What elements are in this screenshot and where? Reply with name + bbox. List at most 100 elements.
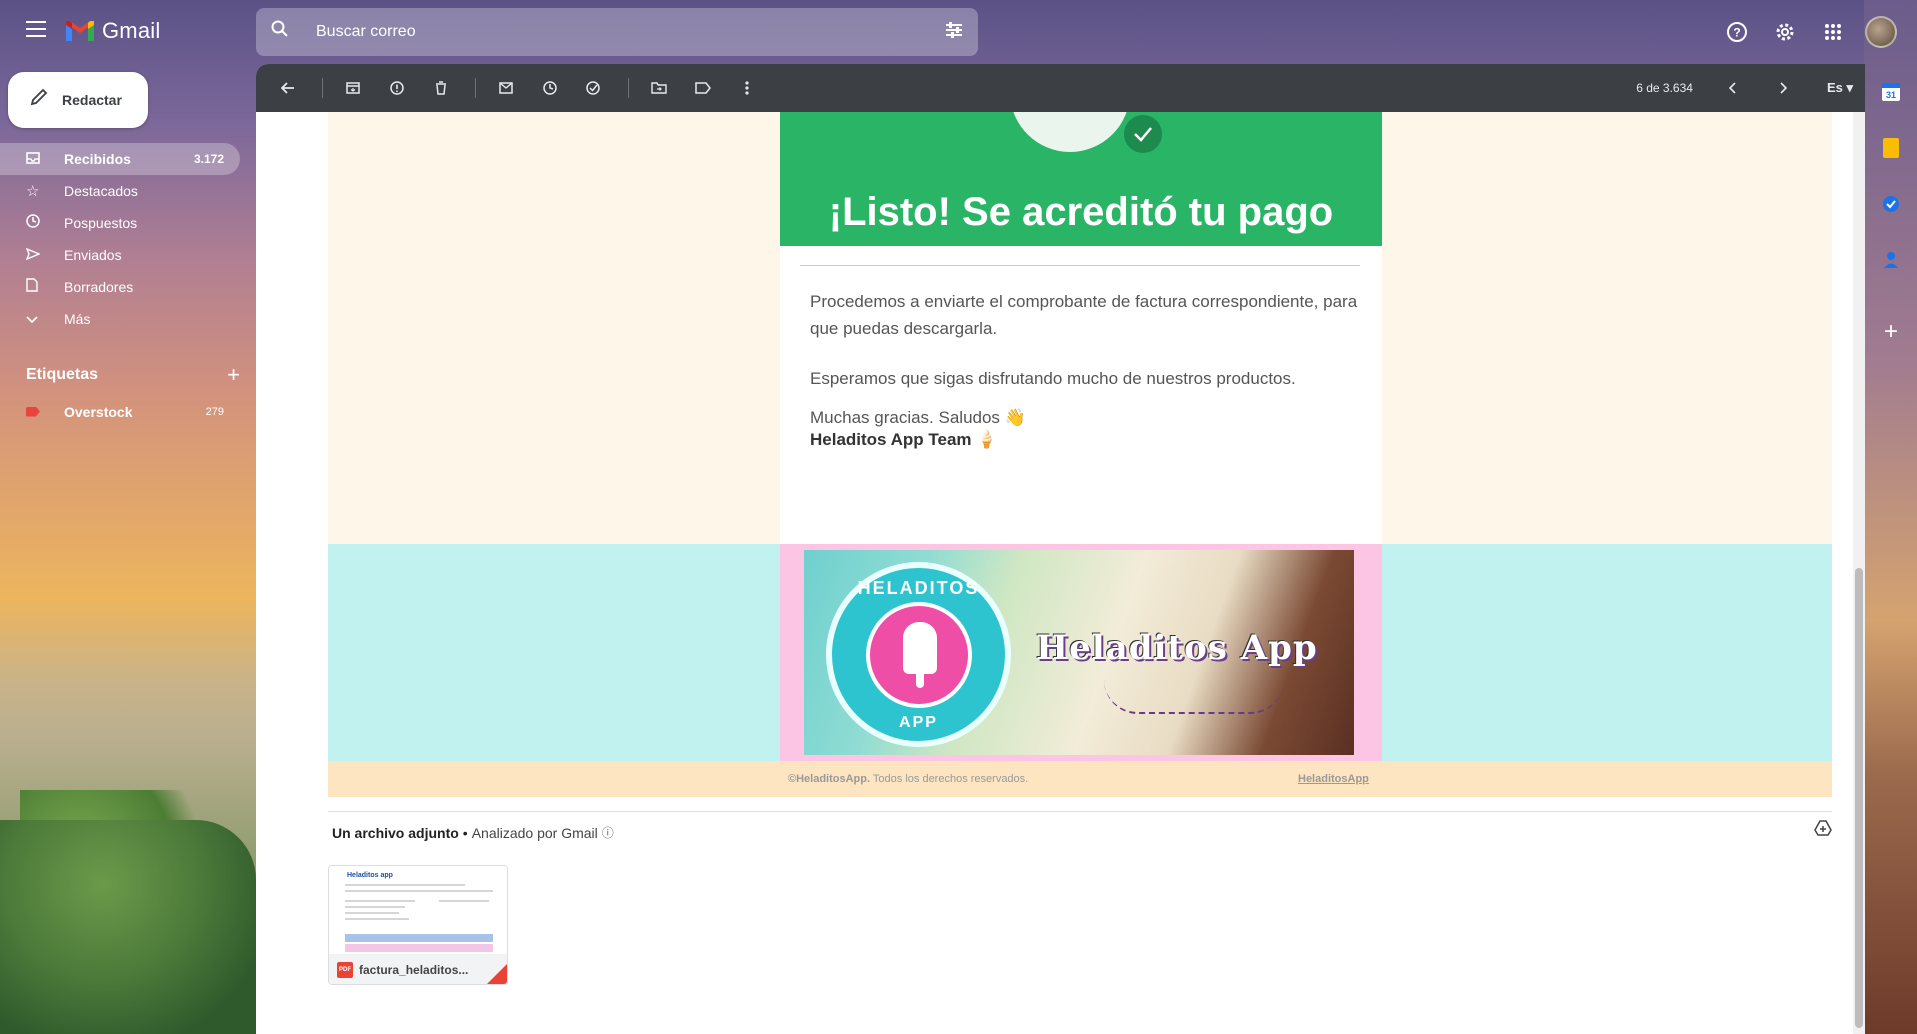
main-menu-button[interactable]: [16, 16, 56, 48]
send-icon: [25, 247, 64, 264]
sidebar-item-snoozed[interactable]: Pospuestos: [0, 207, 240, 239]
sidebar-item-label: Borradores: [64, 279, 134, 295]
sidebar-item-sent[interactable]: Enviados: [0, 239, 240, 271]
thumbnail-text-line: [345, 884, 465, 886]
email-cream-band: ¡Listo! Se acreditó tu pago Procedemos a…: [328, 112, 1832, 544]
top-right-icons: ?: [1717, 12, 1901, 52]
footer-link[interactable]: HeladitosApp: [1298, 773, 1369, 785]
label-row[interactable]: Overstock 279: [0, 396, 240, 428]
thumbnail-text-line: [345, 890, 493, 892]
add-addon-icon[interactable]: +: [1875, 316, 1907, 348]
email-paragraph: Esperamos que sigas disfrutando mucho de…: [810, 369, 1296, 388]
toolbar-divider: [475, 78, 476, 98]
chevron-down-icon: [26, 311, 64, 328]
labels-title: Etiquetas: [26, 366, 99, 383]
sidebar-item-drafts[interactable]: Borradores: [0, 271, 240, 303]
save-to-drive-icon[interactable]: [1814, 820, 1832, 841]
delete-trash-icon[interactable]: [421, 68, 461, 108]
search-options-icon[interactable]: [930, 21, 978, 43]
compose-button[interactable]: Redactar: [8, 72, 148, 128]
compose-label: Redactar: [62, 92, 122, 108]
background-hills: [0, 820, 256, 1034]
previous-message-icon[interactable]: [1713, 68, 1753, 108]
thumbnail-text-line: [345, 912, 399, 914]
gmail-logo[interactable]: Gmail: [64, 18, 160, 44]
inbox-icon: [26, 151, 64, 168]
input-language-selector[interactable]: Es ▾: [1827, 80, 1853, 96]
more-vert-icon[interactable]: [727, 68, 767, 108]
tasks-icon[interactable]: [1875, 188, 1907, 220]
footer-rights: Todos los derechos reservados.: [872, 773, 1029, 785]
sidebar-item-more[interactable]: Más: [0, 303, 240, 335]
thumbnail-heading: Heladitos app: [347, 872, 393, 879]
pdf-file-icon: PDF: [337, 962, 353, 978]
move-to-folder-icon[interactable]: [639, 68, 679, 108]
sidebar-item-starred[interactable]: ☆ Destacados: [0, 175, 240, 207]
thumbnail-text-line: [345, 900, 415, 902]
scan-status: Analizado por Gmail: [471, 824, 598, 841]
calendar-icon[interactable]: 31: [1875, 76, 1907, 108]
snooze-clock-icon[interactable]: [530, 68, 570, 108]
separator-dot: •: [462, 824, 468, 841]
message-panel: 6 de 3.634 Es ▾ ¡Listo! Se acreditó tu p…: [256, 64, 1865, 1034]
archive-icon[interactable]: [333, 68, 373, 108]
account-avatar-button[interactable]: [1861, 12, 1901, 52]
banner-brand-text: Heladitos App: [1036, 628, 1318, 668]
attachment-filename: factura_heladitos...: [359, 963, 469, 977]
side-panel-apps: 31 +: [1865, 64, 1917, 1034]
message-scroll-area[interactable]: ¡Listo! Se acreditó tu pago Procedemos a…: [256, 112, 1865, 1034]
label-tag-icon: [26, 404, 64, 421]
search-bar[interactable]: [256, 8, 978, 56]
avatar: [1865, 16, 1897, 48]
mark-unread-icon[interactable]: [486, 68, 526, 108]
pdf-corner-fold: [487, 964, 507, 984]
attachments-title: Un archivo adjunto: [332, 824, 459, 841]
thumbnail-table-header: [345, 934, 493, 942]
email-paragraph: Procedemos a enviarte el comprobante de …: [810, 292, 1358, 338]
settings-gear-icon[interactable]: [1765, 12, 1805, 52]
hero-banner: ¡Listo! Se acreditó tu pago: [780, 112, 1382, 246]
back-arrow-icon[interactable]: [268, 68, 308, 108]
sidebar-item-inbox[interactable]: Recibidos 3.172: [0, 143, 240, 175]
info-icon[interactable]: ⓘ: [602, 824, 614, 841]
email-footer-band: ©HeladitosApp. Todos los derechos reserv…: [328, 761, 1832, 797]
banner-frame: HELADITOS APP Heladitos App: [780, 544, 1382, 761]
sidebar-item-label: Enviados: [64, 247, 122, 263]
heladitos-badge: HELADITOS APP: [826, 562, 1011, 747]
footer-copyright: ©HeladitosApp. Todos los derechos reserv…: [788, 773, 1028, 785]
label-name: Overstock: [64, 404, 133, 420]
pencil-icon: [30, 88, 48, 112]
clock-icon: [26, 214, 64, 232]
app-name: Gmail: [102, 18, 161, 43]
popsicle-icon: [903, 622, 937, 674]
message-toolbar: 6 de 3.634 Es ▾: [256, 64, 1865, 112]
keep-glyph: [1883, 138, 1899, 158]
attachment-card[interactable]: Heladitos app PDF factura_heladitos...: [328, 865, 508, 985]
add-to-tasks-icon[interactable]: [574, 68, 614, 108]
report-spam-icon[interactable]: [377, 68, 417, 108]
badge-inner-circle: [866, 602, 972, 708]
add-label-icon[interactable]: +: [227, 362, 240, 388]
toolbar-right: 6 de 3.634 Es ▾: [1636, 64, 1853, 112]
search-icon[interactable]: [256, 20, 304, 44]
thumbnail-text-line: [439, 900, 489, 902]
attachments-header: Un archivo adjunto • Analizado por Gmail …: [332, 824, 614, 841]
sidebar-item-label: Pospuestos: [64, 215, 138, 231]
vertical-scrollbar[interactable]: [1853, 112, 1865, 1034]
banner-decoration: [1104, 680, 1284, 714]
next-message-icon[interactable]: [1763, 68, 1803, 108]
thumbnail-text-line: [345, 918, 409, 920]
email-cyan-band: HELADITOS APP Heladitos App: [328, 544, 1832, 761]
hero-title: ¡Listo! Se acreditó tu pago: [828, 190, 1334, 234]
help-icon[interactable]: ?: [1717, 12, 1757, 52]
scrollbar-thumb[interactable]: [1855, 568, 1863, 1028]
star-icon: ☆: [26, 183, 40, 200]
sidebar-label-overstock[interactable]: Overstock 279: [0, 396, 240, 428]
label-tag-icon[interactable]: [683, 68, 723, 108]
checkmark-icon: [1121, 112, 1165, 156]
search-input[interactable]: [316, 23, 930, 41]
sidebar-nav: Recibidos 3.172 ☆ Destacados Pospuestos …: [0, 143, 256, 335]
contacts-icon[interactable]: [1875, 244, 1907, 276]
apps-grid-icon[interactable]: [1813, 12, 1853, 52]
keep-icon[interactable]: [1875, 132, 1907, 164]
